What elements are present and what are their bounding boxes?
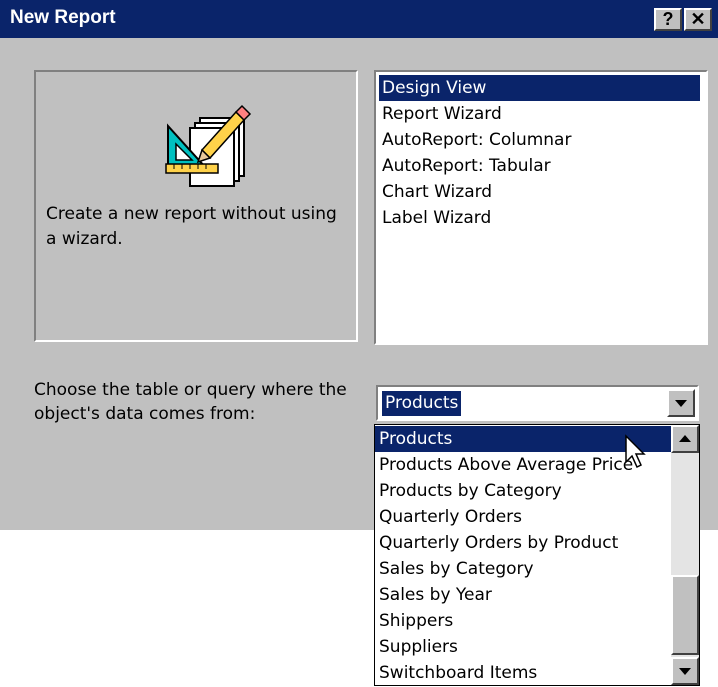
dropdown-item[interactable]: Suppliers (375, 634, 671, 660)
report-type-autoreport-columnar[interactable]: AutoReport: Columnar (379, 127, 706, 153)
dropdown-item[interactable]: Shippers (375, 608, 671, 634)
source-label: Choose the table or query where the obje… (34, 380, 347, 424)
close-button[interactable]: ✕ (684, 8, 712, 31)
dropdown-item[interactable]: Switchboard Items (375, 660, 671, 685)
preview-description: Create a new report without using a wiza… (46, 204, 337, 249)
dropdown-item[interactable]: Sales by Year (375, 582, 671, 608)
title-bar[interactable]: New Report ? ✕ (0, 0, 718, 38)
preview-panel: Create a new report without using a wiza… (34, 70, 358, 342)
design-view-icon (165, 104, 252, 187)
dropdown-item[interactable]: Sales by Category (375, 556, 671, 582)
source-combobox[interactable]: Products (376, 385, 699, 421)
source-dropdown-list[interactable]: Products Products Above Average Price Pr… (374, 424, 700, 686)
report-type-chart-wizard[interactable]: Chart Wizard (379, 179, 706, 205)
scrollbar-thumb[interactable] (671, 575, 699, 655)
dropdown-scrollbar[interactable] (671, 425, 699, 685)
mouse-cursor-icon (625, 434, 646, 469)
report-type-autoreport-tabular[interactable]: AutoReport: Tabular (379, 153, 706, 179)
window-title: New Report (10, 7, 116, 28)
report-type-design-view[interactable]: Design View (379, 75, 700, 101)
report-type-label-wizard[interactable]: Label Wizard (379, 205, 706, 231)
combobox-dropdown-button[interactable] (667, 389, 695, 417)
report-type-list[interactable]: Design View Report Wizard AutoReport: Co… (374, 70, 708, 345)
chevron-up-icon (679, 435, 691, 442)
scroll-up-button[interactable] (671, 425, 699, 453)
dropdown-item[interactable]: Quarterly Orders (375, 504, 671, 530)
scroll-down-button[interactable] (671, 657, 699, 685)
help-button[interactable]: ? (654, 8, 682, 31)
report-type-report-wizard[interactable]: Report Wizard (379, 101, 706, 127)
chevron-down-icon (675, 400, 687, 407)
source-combobox-value[interactable]: Products (382, 391, 462, 416)
dropdown-item[interactable]: Quarterly Orders by Product (375, 530, 671, 556)
dropdown-item[interactable]: Products by Category (375, 478, 671, 504)
chevron-down-icon (679, 668, 691, 675)
